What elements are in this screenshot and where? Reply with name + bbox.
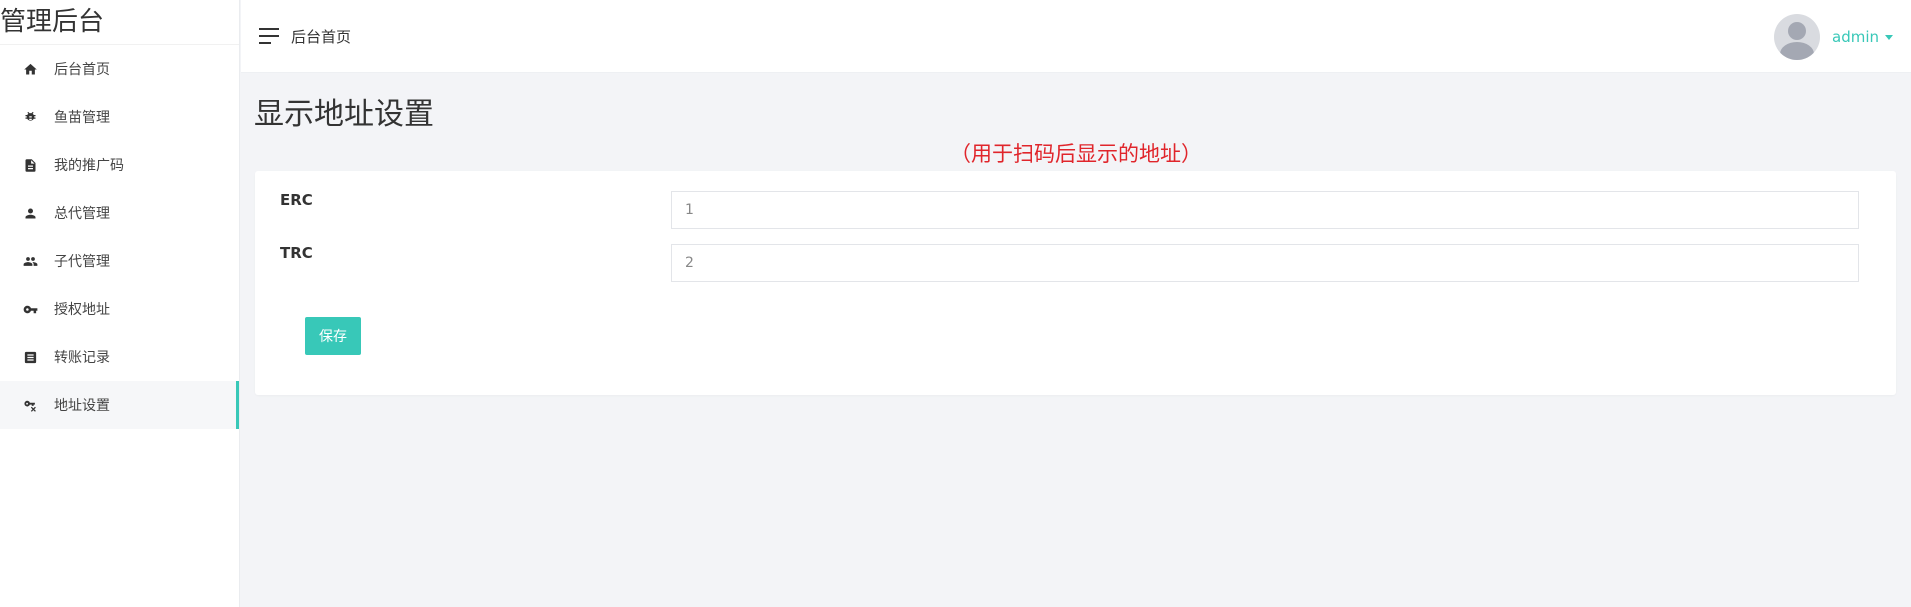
sidebar-item-transfer-records[interactable]: 转账记录 — [0, 333, 239, 381]
bug-icon — [22, 109, 38, 125]
sidebar-item-label: 我的推广码 — [54, 158, 124, 174]
avatar — [1774, 14, 1820, 60]
sidebar-item-label: 授权地址 — [54, 302, 110, 318]
sidebar-item-general-agent[interactable]: 总代管理 — [0, 189, 239, 237]
username: admin — [1832, 28, 1879, 46]
erc-input[interactable] — [671, 191, 1859, 229]
app-title: 管理后台 — [0, 0, 239, 45]
key-off-icon — [22, 397, 38, 413]
list-icon — [22, 349, 38, 365]
sidebar-item-label: 后台首页 — [54, 62, 110, 78]
save-button[interactable]: 保存 — [305, 317, 361, 355]
person-icon — [22, 205, 38, 221]
sidebar-item-label: 地址设置 — [54, 398, 110, 414]
people-icon — [22, 253, 38, 269]
breadcrumb[interactable]: 后台首页 — [291, 26, 351, 47]
page-note: （用于扫码后显示的地址） — [950, 142, 1202, 166]
sidebar: 管理后台 后台首页 鱼苗管理 我的推广码 总代管理 子代管理 授权地址 转账记录 — [0, 0, 240, 607]
document-icon — [22, 157, 38, 173]
settings-form: ERC TRC 保存 — [255, 171, 1896, 395]
sidebar-item-promo-code[interactable]: 我的推广码 — [0, 141, 239, 189]
sidebar-item-sub-agent[interactable]: 子代管理 — [0, 237, 239, 285]
key-icon — [22, 301, 38, 317]
top-bar: 后台首页 admin — [241, 0, 1911, 73]
page-title: 显示地址设置 — [254, 97, 434, 132]
home-icon — [22, 61, 38, 77]
sidebar-nav: 后台首页 鱼苗管理 我的推广码 总代管理 子代管理 授权地址 转账记录 地址设置 — [0, 45, 239, 429]
trc-row: TRC — [255, 244, 1896, 282]
caret-down-icon — [1885, 34, 1893, 40]
trc-input[interactable] — [671, 244, 1859, 282]
erc-row: ERC — [255, 191, 1896, 229]
sidebar-item-label: 总代管理 — [54, 206, 110, 222]
menu-toggle-icon[interactable] — [259, 28, 279, 44]
sidebar-item-fish[interactable]: 鱼苗管理 — [0, 93, 239, 141]
erc-label: ERC — [280, 191, 313, 209]
sidebar-item-authorized-address[interactable]: 授权地址 — [0, 285, 239, 333]
sidebar-item-label: 转账记录 — [54, 350, 110, 366]
sidebar-item-address-settings[interactable]: 地址设置 — [0, 381, 239, 429]
sidebar-item-home[interactable]: 后台首页 — [0, 45, 239, 93]
user-menu[interactable]: admin — [1774, 14, 1893, 60]
sidebar-item-label: 鱼苗管理 — [54, 110, 110, 126]
sidebar-item-label: 子代管理 — [54, 254, 110, 270]
trc-label: TRC — [280, 244, 313, 262]
